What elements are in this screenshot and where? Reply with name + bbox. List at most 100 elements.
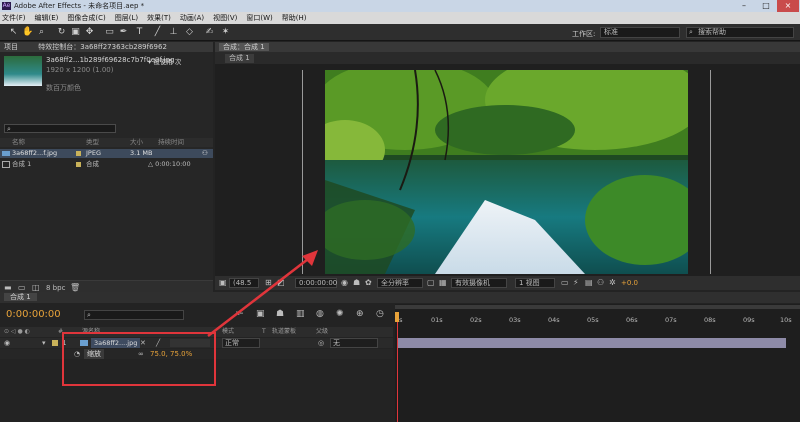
snapshot-icon[interactable]: ◉ [341,278,348,287]
column-parent[interactable]: 父级 [316,327,328,337]
ruler-label: 03s [509,316,521,324]
pen-tool-icon[interactable]: ✒ [118,27,129,38]
puppet-tool-icon[interactable]: ✶ [220,27,231,38]
ruler-label: 05s [587,316,599,324]
flowchart-icon[interactable]: ⚇ [202,149,208,158]
menu-layer[interactable]: 图层(L) [115,13,138,23]
zoom-select[interactable]: (48.5 [229,278,259,288]
menu-edit[interactable]: 编辑(E) [35,13,59,23]
draft-3d-icon[interactable]: ▣ [256,309,265,319]
rotate-tool-icon[interactable]: ↻ [56,27,67,38]
zoom-tool-icon[interactable]: ⌕ [36,27,47,38]
timeline-icon[interactable]: ▤ [585,278,593,287]
clock-icon[interactable]: ◷ [376,309,384,319]
menu-help[interactable]: 帮助(H) [282,13,307,23]
composition-icon [2,161,10,168]
menu-animation[interactable]: 动画(A) [180,13,204,23]
maximize-button[interactable]: □ [755,0,777,12]
asset-used-count[interactable]: ▾ 被使用 次 [148,56,181,66]
color-depth-button[interactable]: 8 bpc [46,284,65,292]
exposure-value[interactable]: +0.0 [621,279,638,287]
eraser-tool-icon[interactable]: ◇ [184,27,195,38]
tab-project[interactable]: 项目 [4,43,18,51]
safe-zones-icon[interactable]: ⊞ [265,278,272,287]
pan-behind-tool-icon[interactable]: ✥ [84,27,95,38]
text-tool-icon[interactable]: T [134,27,145,38]
asset-dimensions: 1920 x 1200 (1.00) [46,66,114,74]
pick-whip-icon[interactable]: ◎ [318,339,324,347]
mask-visibility-icon[interactable]: ◩ [277,278,285,287]
expand-triangle-icon[interactable]: ▾ [42,339,46,347]
toggle-pixel-aspect-icon[interactable]: ▭ [561,278,569,287]
new-composition-icon[interactable]: ◫ [32,283,40,292]
column-type[interactable]: 类型 [86,138,99,147]
search-icon: ⌕ [7,125,11,133]
parent-select[interactable]: 无 [330,338,378,348]
list-item[interactable]: 合成 1 合成 △ 0:00:10:00 [0,160,213,169]
menu-view[interactable]: 视图(V) [213,13,237,23]
camera-tool-icon[interactable]: ▣ [70,27,81,38]
current-time-field[interactable]: 0:00:00:00 [295,278,337,288]
graph-editor-icon[interactable]: ⊕ [356,309,364,319]
menu-window[interactable]: 窗口(W) [246,13,272,23]
channel-icon[interactable]: ✿ [365,278,372,287]
always-preview-icon[interactable]: ▣ [219,278,227,287]
brush-tool-icon[interactable]: ╱ [152,27,163,38]
motion-blur-icon[interactable]: ◍ [316,309,324,319]
resolution-select[interactable]: 全分辨率 [377,278,423,288]
stamp-tool-icon[interactable]: ⊥ [168,27,179,38]
column-size[interactable]: 大小 [130,138,143,147]
layer-duration-bar[interactable] [397,338,786,348]
composition-panel-tabs: 合成：合成 1 [215,42,800,52]
new-folder-icon[interactable]: ▭ [18,283,26,292]
transparency-grid-icon[interactable]: ▦ [439,278,447,287]
show-snapshot-icon[interactable]: ☗ [353,278,360,287]
views-select[interactable]: 1 视图 [515,278,555,288]
brainstorm-icon[interactable]: ✺ [336,309,344,319]
flowchart-icon[interactable]: ⚇ [597,278,604,287]
menu-composition[interactable]: 图像合成(C) [67,13,105,23]
trkmat-icon: T [262,328,266,335]
rectangle-tool-icon[interactable]: ▭ [104,27,115,38]
menu-file[interactable]: 文件(F) [2,13,26,23]
exposure-reset-icon[interactable]: ✲ [609,278,616,287]
project-panel: 项目 特效控制台：3a68ff27363cb289f6962 3a68ff2..… [0,42,213,294]
tab-timeline-comp[interactable]: 合成 1 [4,293,37,301]
blend-mode-select[interactable]: 正常 [222,338,260,348]
column-trkmat[interactable]: 轨道蒙板 [272,327,296,337]
hide-shy-layers-icon[interactable]: ☗ [276,309,284,319]
roto-brush-tool-icon[interactable]: ✍ [204,27,215,38]
workspace-select[interactable]: 标准 [600,27,680,38]
column-duration[interactable]: 持续时间 [158,138,184,147]
time-ruler[interactable]: 0s 01s 02s 03s 04s 05s 06s 07s 08s 09s 1… [395,312,800,324]
region-of-interest-icon[interactable]: ▢ [427,278,435,287]
selection-tool-icon[interactable]: ↖ [8,27,19,38]
menu-effect[interactable]: 效果(T) [147,13,171,23]
minimize-button[interactable]: – [733,0,755,12]
playhead-handle[interactable] [395,312,399,322]
timeline-current-time[interactable]: 0:00:00:00 [6,309,61,320]
hand-tool-icon[interactable]: ✋ [22,27,33,38]
column-mode[interactable]: 模式 [222,327,234,337]
project-item-size: 3.1 MB [130,149,153,157]
fast-preview-icon[interactable]: ⚡ [573,278,579,287]
trash-icon[interactable]: 🗑 [70,283,80,292]
project-search-input[interactable]: ⌕ [4,124,116,133]
comp-mini-flowchart-icon[interactable]: ⇤ [236,309,244,319]
video-visibility-icon[interactable]: ◉ [4,339,10,347]
work-area-bar[interactable] [395,305,800,309]
help-search-input[interactable]: ⌕ 搜索帮助 [686,27,794,38]
list-item[interactable]: 3a68ff2...f.jpg JPEG 3.1 MB ⚇ [0,149,213,158]
tab-effect-controls[interactable]: 特效控制台：3a68ff27363cb289f6962 [38,43,167,51]
interpret-footage-icon[interactable]: ▬ [4,283,12,292]
tab-composition[interactable]: 合成：合成 1 [219,43,269,51]
project-columns-header: 名称 类型 大小 持续时间 [0,138,213,147]
timeline-search-input[interactable]: ⌕ [84,310,184,320]
close-button[interactable]: × [777,0,799,12]
label-color-swatch [76,162,81,167]
breadcrumb[interactable]: 合成 1 [225,54,254,63]
project-panel-tabs: 项目 特效控制台：3a68ff27363cb289f6962 [0,42,213,52]
column-name[interactable]: 名称 [12,138,25,147]
frame-blending-icon[interactable]: ▥ [296,309,305,319]
camera-select[interactable]: 有效摄像机 [451,278,507,288]
